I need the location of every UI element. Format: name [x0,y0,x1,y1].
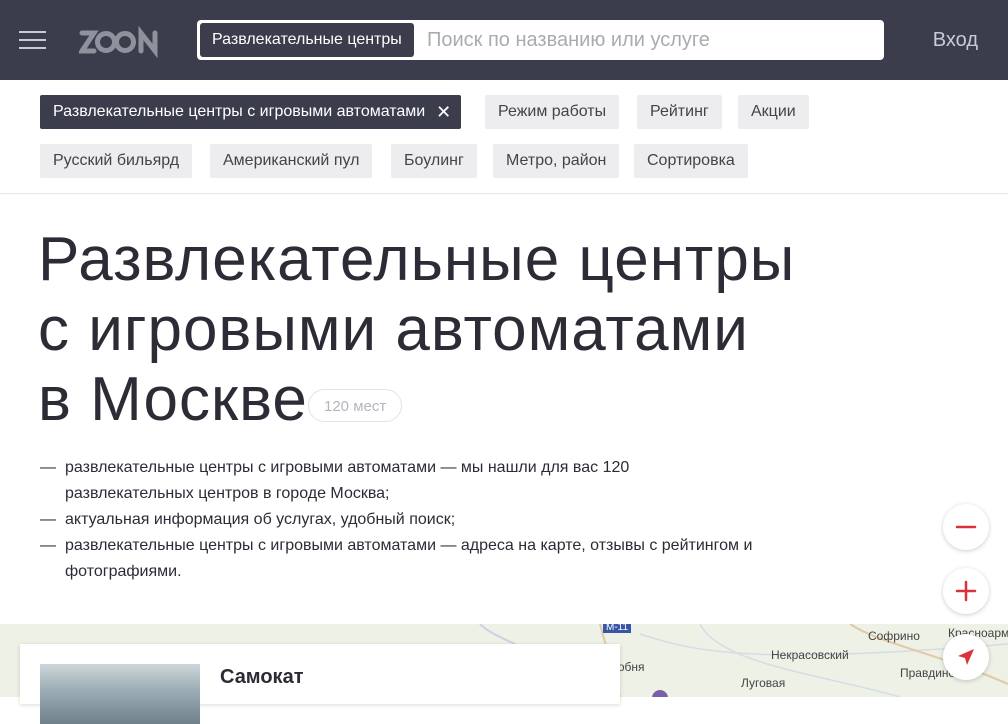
result-card-title[interactable]: Самокат [220,666,304,689]
search-input[interactable] [427,20,867,60]
filter-russian-billiards[interactable]: Русский бильярд [40,144,193,178]
map-label: Софрино [868,629,920,643]
zoom-out-button[interactable] [943,504,989,550]
minus-icon [955,525,977,529]
page-title-line: Развлекательные центры [38,225,796,294]
filter-sorting[interactable]: Сортировка [634,144,748,178]
map-label: Некрасовский [771,648,849,662]
page-title: Развлекательные центры с игровыми автома… [38,225,798,435]
zoom-in-button[interactable] [943,568,989,614]
page-title-line: с игровыми автоматами [38,295,749,364]
description-item: развлекательные центры с игровыми автома… [40,455,760,507]
zoon-logo[interactable] [79,25,159,59]
map-label: Луговая [741,676,786,690]
page-title-line: в Москве [38,365,308,434]
result-card[interactable]: Самокат [20,644,620,724]
close-icon[interactable]: ✕ [436,95,451,129]
filter-metro-district[interactable]: Метро, район [493,144,620,178]
filter-promotions[interactable]: Акции [738,95,809,129]
filter-rating[interactable]: Рейтинг [637,95,722,129]
search-category-chip[interactable]: Развлекательные центры [200,23,414,57]
active-filter-label: Развлекательные центры с игровыми автома… [53,103,426,120]
filter-working-hours[interactable]: Режим работы [485,95,620,129]
locate-me-button[interactable] [943,634,989,680]
login-link[interactable]: Вход [933,29,978,52]
highway-badge: М-11 [603,624,632,633]
places-count-badge: 120 мест [308,389,403,422]
plus-icon [955,580,977,602]
filter-bowling[interactable]: Боулинг [391,144,477,178]
filter-bar: Развлекательные центры с игровыми автома… [0,80,1008,194]
description-item: развлекательные центры с игровыми автома… [40,533,760,585]
active-filter-chip[interactable]: Развлекательные центры с игровыми автома… [40,95,462,129]
description-item: актуальная информация об услугах, удобны… [40,507,760,533]
menu-icon[interactable] [19,31,46,51]
result-card-photo[interactable] [40,664,200,724]
page-description: развлекательные центры с игровыми автома… [40,455,760,585]
filter-american-pool[interactable]: Американский пул [210,144,373,178]
search-bar: Развлекательные центры [197,20,884,60]
top-header: Развлекательные центры Вход [0,0,1008,80]
navigation-arrow-icon [958,649,974,665]
